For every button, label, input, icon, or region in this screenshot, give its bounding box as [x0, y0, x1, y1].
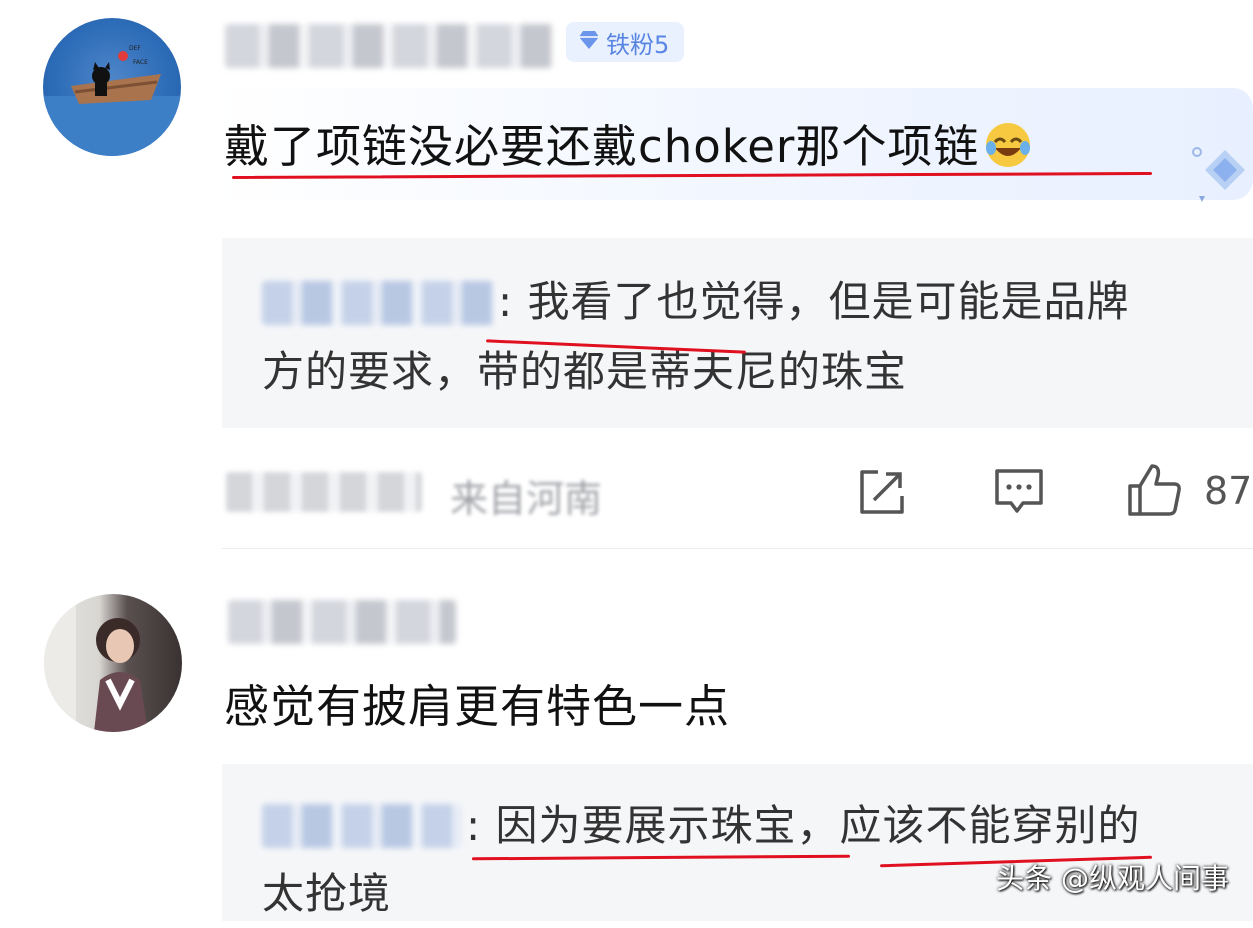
avatar-commenter-2[interactable] — [44, 594, 182, 732]
reply-text-1-line2: 方的要求，带的都是蒂夫尼的珠宝 — [262, 347, 908, 396]
diamond-icon — [578, 28, 600, 56]
username-blurred-1[interactable] — [225, 24, 553, 68]
comment-icon[interactable] — [992, 466, 1046, 522]
share-icon[interactable] — [856, 466, 908, 522]
avatar-commenter-1[interactable]: DEF FACE — [43, 18, 181, 156]
watermark: 头条 @纵观人间事 — [996, 862, 1229, 895]
reply-text-2-line1: 因为要展示珠宝，应该不能穿别的 — [495, 801, 1141, 850]
svg-text:FACE: FACE — [133, 59, 148, 66]
reply-text-1-line2-wrap: 方的要求，带的都是蒂夫尼的珠宝 — [262, 338, 907, 406]
reply-username-blurred-2[interactable] — [262, 804, 462, 848]
like-count: 87 — [1204, 469, 1253, 513]
like-button[interactable]: 87 — [1126, 460, 1252, 522]
fan-badge[interactable]: 铁粉5 — [566, 22, 684, 62]
reply-separator-2: : — [466, 801, 482, 850]
comment-time-blurred — [226, 472, 422, 512]
decorative-diamond-icon — [1185, 138, 1253, 210]
comment-location: 来自河南 — [450, 477, 603, 521]
fan-badge-label: 铁粉5 — [606, 30, 670, 59]
reply-text-1: : 我看了也觉得，但是可能是品牌 — [498, 268, 1130, 336]
reply-text-2-line2: 太抢境 — [262, 869, 392, 918]
reply-text-1-line1: 我看了也觉得，但是可能是品牌 — [527, 277, 1130, 326]
reply-text-2: : 因为要展示珠宝，应该不能穿别的 — [466, 792, 1141, 860]
username-blurred-2[interactable] — [228, 600, 456, 644]
reply-text-2-line2-wrap: 太抢境 — [262, 860, 391, 928]
reply-separator-1: : — [498, 277, 514, 326]
laugh-cry-emoji — [983, 120, 1033, 181]
comment-divider — [222, 548, 1253, 549]
comment-text-1: 戴了项链没必要还戴choker那个项链 — [224, 110, 1033, 181]
comment-text-2: 感觉有披肩更有特色一点 — [224, 680, 731, 733]
reply-username-blurred-1[interactable] — [262, 281, 494, 325]
svg-text:DEF: DEF — [129, 45, 141, 52]
thumbs-up-icon — [1126, 460, 1184, 522]
